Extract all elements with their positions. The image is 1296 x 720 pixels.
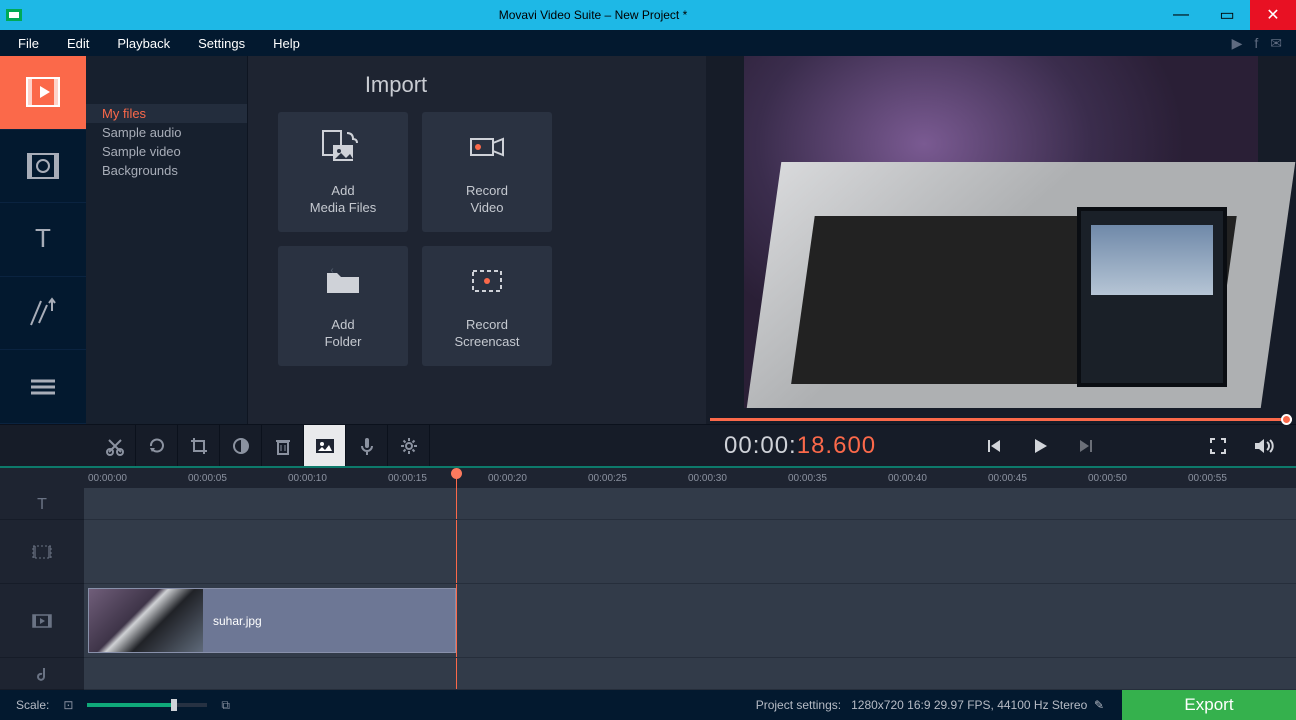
app-icon <box>6 7 22 23</box>
import-title: Import <box>365 72 427 98</box>
zoom-slider[interactable] <box>87 703 207 707</box>
ruler-tick: 00:00:00 <box>88 473 188 484</box>
fullscreen-button[interactable] <box>1204 432 1232 460</box>
menu-playback[interactable]: Playback <box>103 33 184 54</box>
cat-backgrounds[interactable]: Backgrounds <box>86 161 247 180</box>
next-frame-button[interactable] <box>1072 432 1100 460</box>
tile-record-video[interactable]: Record Video <box>422 112 552 232</box>
tab-filters[interactable] <box>0 130 86 204</box>
tile-record-screencast[interactable]: Record Screencast <box>422 246 552 366</box>
ruler-tick: 00:00:30 <box>688 473 788 484</box>
ruler-tick: 00:00:25 <box>588 473 688 484</box>
screencast-icon <box>465 261 509 301</box>
tab-import[interactable] <box>0 56 86 130</box>
tile-add-media[interactable]: Add Media Files <box>278 112 408 232</box>
settings-button[interactable] <box>388 425 430 467</box>
side-toolbar: T <box>0 56 86 424</box>
progress-knob-icon[interactable] <box>1281 414 1292 425</box>
overlay-lane[interactable] <box>84 520 1296 584</box>
crop-button[interactable] <box>178 425 220 467</box>
preview-viewport[interactable] <box>706 56 1296 416</box>
menu-file[interactable]: File <box>4 33 53 54</box>
zoom-icon[interactable]: ⧉ <box>221 698 230 713</box>
tile-label: Record Screencast <box>454 317 519 351</box>
tile-label: Record Video <box>466 183 508 217</box>
ruler-tick: 00:00:40 <box>888 473 988 484</box>
tile-add-folder[interactable]: Add Folder <box>278 246 408 366</box>
clip-properties-button[interactable] <box>304 425 346 467</box>
minimize-button[interactable]: — <box>1158 0 1204 30</box>
ruler-tick: 00:00:10 <box>288 473 388 484</box>
close-button[interactable]: ✕ <box>1250 0 1296 30</box>
youtube-icon[interactable]: ▶ <box>1232 35 1243 52</box>
ruler-tick: 00:00:05 <box>188 473 288 484</box>
svg-text:T: T <box>37 496 47 513</box>
clip-thumbnail <box>89 589 203 652</box>
status-bar: Scale: ⊡ ⧉ Project settings: 1280x720 16… <box>0 690 1296 720</box>
edit-toolbar <box>86 425 706 466</box>
delete-button[interactable] <box>262 425 304 467</box>
preview-pane <box>706 56 1296 424</box>
cat-sample-video[interactable]: Sample video <box>86 142 247 161</box>
track-audio-icon[interactable] <box>0 658 84 690</box>
color-button[interactable] <box>220 425 262 467</box>
ruler-tick: 00:00:55 <box>1188 473 1288 484</box>
menu-edit[interactable]: Edit <box>53 33 103 54</box>
window-title: Movavi Video Suite – New Project * <box>28 8 1158 22</box>
ruler-tick: 00:00:50 <box>1088 473 1188 484</box>
titles-lane[interactable] <box>84 488 1296 520</box>
timeline: 00:00:00 00:00:05 00:00:10 00:00:15 00:0… <box>0 466 1296 690</box>
preview-progress[interactable] <box>710 416 1292 424</box>
audio-lane[interactable] <box>84 658 1296 690</box>
clip-filename: suhar.jpg <box>213 614 262 628</box>
ruler-tick: 00:00:45 <box>988 473 1088 484</box>
project-settings-label: Project settings: <box>756 698 841 712</box>
cat-my-files[interactable]: My files <box>86 104 247 123</box>
prev-frame-button[interactable] <box>980 432 1008 460</box>
timecode-display: 00:00: 18.600 <box>724 432 876 460</box>
track-overlay-icon[interactable] <box>0 520 84 584</box>
cat-sample-audio[interactable]: Sample audio <box>86 123 247 142</box>
export-button[interactable]: Export <box>1122 690 1296 720</box>
play-button[interactable] <box>1026 432 1054 460</box>
feedback-icon[interactable]: ✉ <box>1270 35 1282 52</box>
collapse-handle[interactable]: ‹ <box>326 240 338 300</box>
media-files-icon <box>321 127 365 167</box>
tile-label: Add Media Files <box>310 183 376 217</box>
tab-titles[interactable]: T <box>0 203 86 277</box>
import-panel: Import My files Sample audio Sample vide… <box>86 56 706 424</box>
tab-more[interactable] <box>0 350 86 424</box>
fit-icon[interactable]: ⊡ <box>63 698 73 712</box>
facebook-icon[interactable]: f <box>1254 35 1258 52</box>
record-audio-button[interactable] <box>346 425 388 467</box>
svg-text:T: T <box>35 223 51 253</box>
timecode-suffix: 18.600 <box>797 432 876 460</box>
timeline-clip[interactable]: suhar.jpg <box>88 588 456 653</box>
scale-label: Scale: <box>16 698 49 712</box>
title-bar: Movavi Video Suite – New Project * — ▭ ✕ <box>0 0 1296 30</box>
cut-button[interactable] <box>94 425 136 467</box>
menu-bar: File Edit Playback Settings Help ▶ f ✉ <box>0 30 1296 56</box>
menu-settings[interactable]: Settings <box>184 33 259 54</box>
ruler-tick: 00:00:20 <box>488 473 588 484</box>
camera-icon <box>465 127 509 167</box>
ruler-tick: 00:00:15 <box>388 473 488 484</box>
ruler-tick: 00:00:35 <box>788 473 888 484</box>
menu-help[interactable]: Help <box>259 33 314 54</box>
track-video-icon[interactable] <box>0 584 84 658</box>
track-titles-icon[interactable]: T <box>0 488 84 520</box>
import-categories: My files Sample audio Sample video Backg… <box>86 56 248 424</box>
time-ruler[interactable]: 00:00:00 00:00:05 00:00:10 00:00:15 00:0… <box>0 466 1296 488</box>
project-settings-value: 1280x720 16:9 29.97 FPS, 44100 Hz Stereo <box>851 698 1087 712</box>
video-lane[interactable]: suhar.jpg <box>84 584 1296 658</box>
timecode-prefix: 00:00: <box>724 432 797 460</box>
edit-settings-icon[interactable]: ✎ <box>1094 698 1104 712</box>
tile-label: Add Folder <box>325 317 362 351</box>
maximize-button[interactable]: ▭ <box>1204 0 1250 30</box>
volume-button[interactable] <box>1250 432 1278 460</box>
rotate-button[interactable] <box>136 425 178 467</box>
tab-transitions[interactable] <box>0 277 86 351</box>
